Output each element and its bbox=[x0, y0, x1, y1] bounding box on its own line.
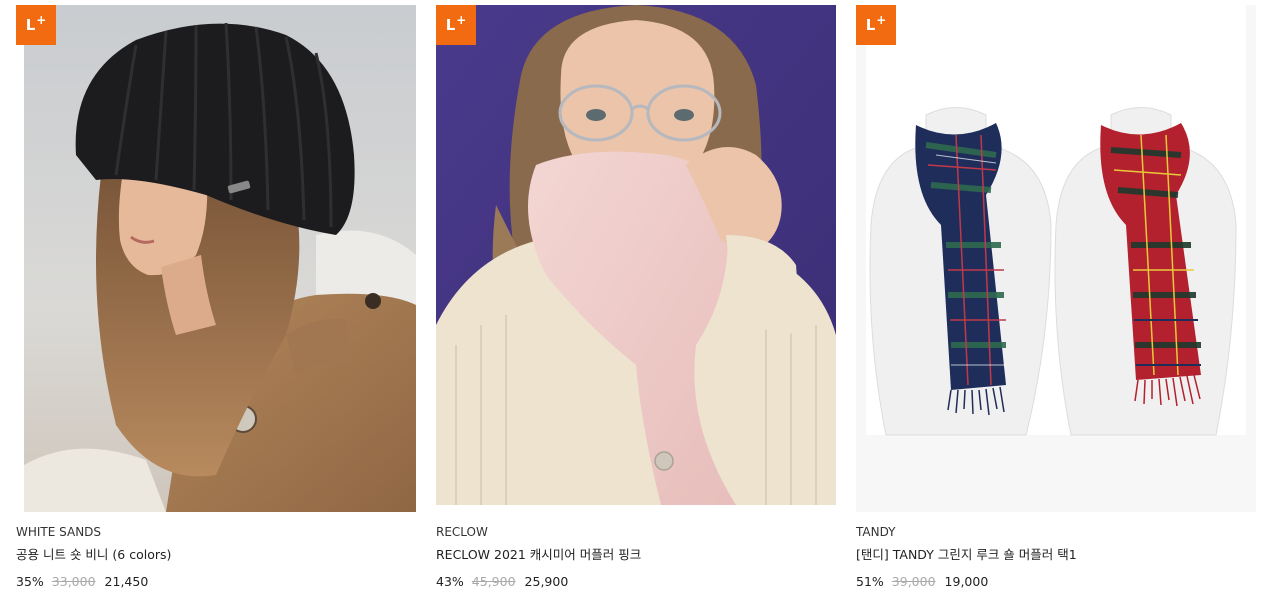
product-image-beanie[interactable] bbox=[16, 5, 416, 512]
product-card-tandy[interactable]: L + TANDY [탠디] TANDY 그린지 루크 숄 머플러 택1 51% 3… bbox=[856, 5, 1256, 605]
product-info: TANDY [탠디] TANDY 그린지 루크 숄 머플러 택1 51% 39,0… bbox=[856, 524, 1256, 591]
sale-price: 21,450 bbox=[104, 574, 149, 589]
product-grid: L + WHITE SANDS 공용 니트 숏 비니 (6 colors) 35%… bbox=[0, 0, 1277, 608]
lotte-plus-badge: L + bbox=[16, 5, 56, 45]
badge-plus-icon: + bbox=[36, 13, 47, 27]
product-prices: 51% 39,000 19,000 bbox=[856, 573, 1256, 591]
product-brand[interactable]: RECLOW bbox=[436, 524, 836, 541]
product-card-white-sands[interactable]: L + WHITE SANDS 공용 니트 숏 비니 (6 colors) 35%… bbox=[16, 5, 416, 605]
lotte-plus-badge: L + bbox=[856, 5, 896, 45]
badge-letter: L bbox=[25, 16, 36, 34]
product-title[interactable]: 공용 니트 숏 비니 (6 colors) bbox=[16, 545, 416, 564]
original-price: 39,000 bbox=[891, 574, 936, 589]
product-brand[interactable]: WHITE SANDS bbox=[16, 524, 416, 541]
original-price: 45,900 bbox=[471, 574, 516, 589]
product-card-reclow[interactable]: L + RECLOW RECLOW 2021 캐시미어 머플러 핑크 43% 45,… bbox=[436, 5, 836, 605]
original-price: 33,000 bbox=[51, 574, 96, 589]
product-title[interactable]: RECLOW 2021 캐시미어 머플러 핑크 bbox=[436, 545, 836, 564]
lotte-plus-badge: L + bbox=[436, 5, 476, 45]
badge-letter: L bbox=[865, 16, 876, 34]
badge-plus-icon: + bbox=[876, 13, 887, 27]
product-title[interactable]: [탠디] TANDY 그린지 루크 숄 머플러 택1 bbox=[856, 545, 1256, 564]
discount-rate: 35% bbox=[16, 574, 44, 589]
badge-plus-icon: + bbox=[456, 13, 467, 27]
discount-rate: 51% bbox=[856, 574, 884, 589]
product-prices: 43% 45,900 25,900 bbox=[436, 573, 836, 591]
product-image-scarves[interactable] bbox=[856, 5, 1256, 512]
product-prices: 35% 33,000 21,450 bbox=[16, 573, 416, 591]
badge-letter: L bbox=[445, 16, 456, 34]
sale-price: 19,000 bbox=[944, 574, 989, 589]
sale-price: 25,900 bbox=[524, 574, 569, 589]
product-brand[interactable]: TANDY bbox=[856, 524, 1256, 541]
beanie-photo bbox=[16, 5, 416, 512]
product-image-muffler[interactable] bbox=[436, 5, 836, 512]
discount-rate: 43% bbox=[436, 574, 464, 589]
muffler-photo bbox=[436, 5, 836, 512]
scarves-photo bbox=[856, 5, 1256, 512]
product-info: WHITE SANDS 공용 니트 숏 비니 (6 colors) 35% 33,… bbox=[16, 524, 416, 591]
product-info: RECLOW RECLOW 2021 캐시미어 머플러 핑크 43% 45,900… bbox=[436, 524, 836, 591]
